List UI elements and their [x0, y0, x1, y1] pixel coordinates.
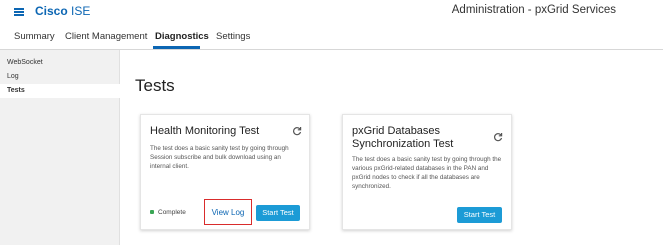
tab-bar: Summary Client Management Diagnostics Se…: [0, 24, 663, 50]
page-heading: Administration - pxGrid Services: [451, 4, 616, 16]
brand-product: ISE: [71, 4, 91, 18]
status-text: Complete: [158, 209, 186, 216]
card-title-line: pxGrid Databases: [352, 125, 441, 137]
tab-summary[interactable]: Summary: [14, 31, 55, 42]
sidebar-item-websocket[interactable]: WebSocket: [0, 56, 120, 70]
sidebar-item-tests[interactable]: Tests: [0, 84, 120, 98]
status-dot-icon: [150, 210, 154, 215]
card-title: Health Monitoring Test: [150, 125, 260, 137]
refresh-icon[interactable]: [493, 132, 503, 142]
pxgrid-db-sync-test-card: pxGrid Databases Synchronization Test Th…: [342, 114, 512, 230]
start-test-button[interactable]: Start Test: [457, 207, 502, 223]
description-line: synchronized.: [352, 183, 391, 190]
description-line: Session subscribe and bulk download usin…: [150, 154, 281, 161]
tab-settings[interactable]: Settings: [216, 31, 250, 42]
brand-logo[interactable]: Cisco ISE: [35, 4, 90, 18]
active-tab-indicator: [153, 46, 200, 49]
description-line: internal client.: [150, 163, 189, 170]
card-description: The test does a basic sanity test by goi…: [352, 155, 501, 191]
page-title: Tests: [135, 76, 175, 95]
card-title-line: Synchronization Test: [352, 138, 454, 150]
description-line: The test does a basic sanity test by goi…: [352, 156, 502, 163]
description-line: The test does a basic sanity test by goi…: [150, 145, 289, 152]
hamburger-menu-icon[interactable]: [14, 8, 24, 16]
sidebar-item-log[interactable]: Log: [0, 70, 120, 84]
refresh-icon[interactable]: [292, 126, 302, 136]
card-title: pxGrid Databases Synchronization Test: [352, 125, 453, 151]
card-description: The test does a basic sanity test by goi…: [150, 144, 289, 171]
start-test-button[interactable]: Start Test: [256, 205, 300, 221]
tab-diagnostics[interactable]: Diagnostics: [155, 31, 209, 42]
view-log-button[interactable]: View Log: [207, 208, 249, 217]
status-indicator: Complete: [150, 209, 186, 216]
health-monitoring-test-card: Health Monitoring Test The test does a b…: [140, 114, 310, 230]
sidebar: WebSocket Log Tests: [0, 50, 120, 245]
top-bar: Cisco ISE Administration - pxGrid Servic…: [0, 0, 663, 24]
description-line: pxGrid nodes to check if all the databas…: [352, 174, 480, 181]
tab-client-management[interactable]: Client Management: [65, 31, 147, 42]
brand-cisco: Cisco: [35, 4, 68, 18]
description-line: various pxGrid-related databases in the …: [352, 165, 489, 172]
